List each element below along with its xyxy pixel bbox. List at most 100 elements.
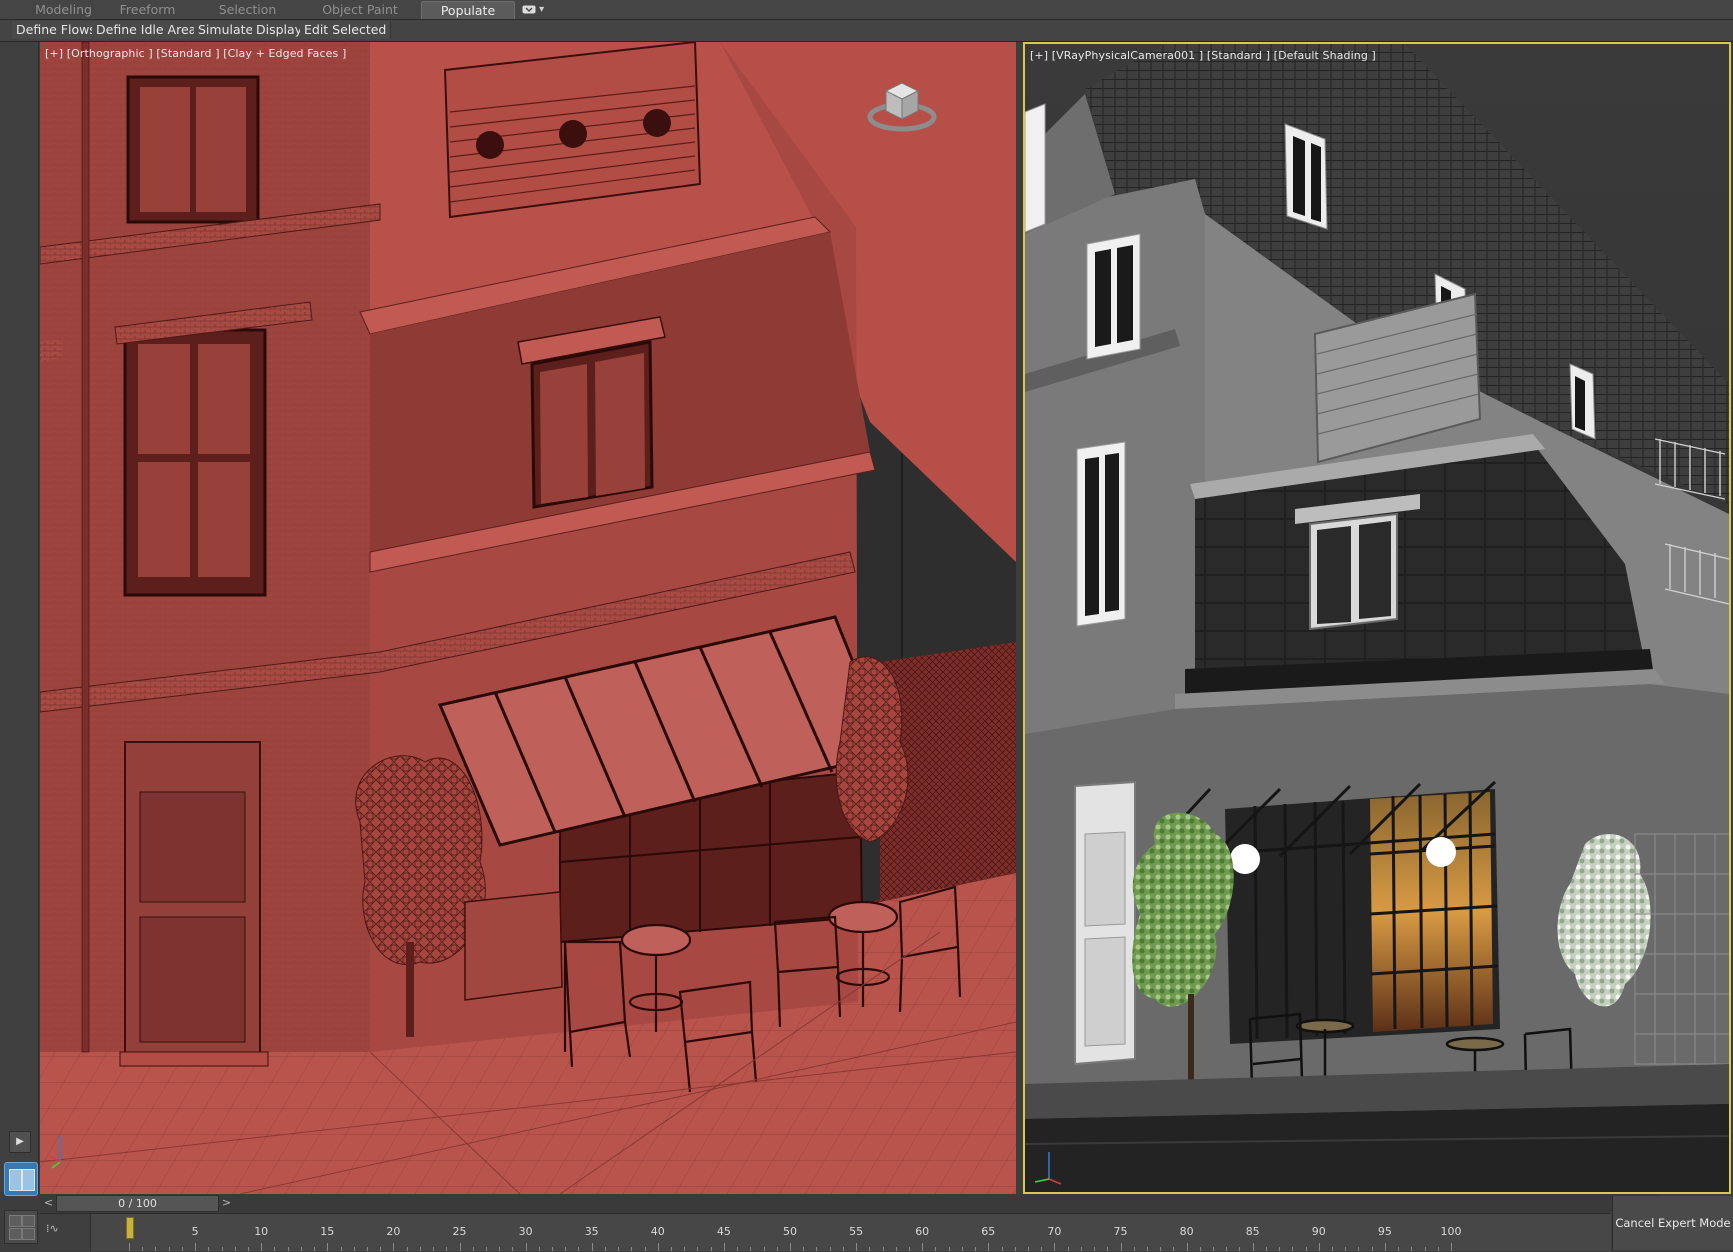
tab-populate[interactable]: Populate [421, 1, 515, 19]
frame-tick-label: 25 [452, 1225, 467, 1238]
frame-tick [287, 1247, 289, 1251]
frame-tick-label: 45 [716, 1225, 731, 1238]
frame-tick [816, 1247, 818, 1251]
time-slider[interactable]: 0 / 100 [56, 1195, 219, 1212]
frame-tick [221, 1247, 223, 1251]
define-idle-areas-button[interactable]: Define Idle Areas [92, 21, 208, 39]
frame-tick [975, 1247, 977, 1251]
frame-tick [1437, 1247, 1439, 1251]
frame-tick [129, 1243, 130, 1251]
frame-tick [380, 1247, 382, 1251]
frame-tick [869, 1247, 871, 1251]
frame-tick-label: 70 [1047, 1225, 1062, 1238]
frame-tick [1239, 1247, 1241, 1251]
viewport-label-orthographic[interactable]: [+] [Orthographic ] [Standard ] [Clay + … [45, 47, 346, 60]
frame-tick [1001, 1247, 1003, 1251]
frame-tick [1345, 1247, 1347, 1251]
frame-ruler[interactable]: 0510152025303540455055606570758085909510… [90, 1214, 1611, 1251]
frame-tick [882, 1247, 884, 1251]
frame-tick [247, 1247, 249, 1251]
frame-tick [525, 1243, 527, 1251]
frame-tick [538, 1247, 540, 1251]
four-viewport-layout-icon[interactable] [4, 1210, 38, 1244]
frame-tick [155, 1247, 157, 1251]
play-icon[interactable]: ▶ [9, 1131, 31, 1153]
frame-tick [790, 1243, 791, 1251]
frame-tick [419, 1247, 421, 1251]
tab-object-paint[interactable]: Object Paint [310, 1, 410, 18]
dropdown-glyph: ▾ [539, 4, 545, 15]
frame-tick [300, 1247, 302, 1251]
frame-tick [961, 1247, 963, 1251]
frame-tick [1398, 1247, 1400, 1251]
time-slider-row: < 0 / 100 > [40, 1194, 1660, 1212]
frame-tick [1027, 1247, 1029, 1251]
frame-tick [1120, 1243, 1122, 1251]
frame-tick [1213, 1247, 1215, 1251]
frame-tick [1133, 1247, 1135, 1251]
frame-tick [1199, 1247, 1201, 1251]
frame-tick [459, 1243, 461, 1251]
frame-tick [1305, 1247, 1307, 1251]
frame-tick [803, 1247, 805, 1251]
frame-tick [353, 1247, 355, 1251]
tab-selection[interactable]: Selection [200, 1, 295, 18]
frame-tick [1292, 1247, 1294, 1251]
frame-tick [856, 1243, 858, 1251]
frame-tick-label: 30 [518, 1225, 533, 1238]
two-viewport-layout-icon[interactable] [4, 1162, 38, 1196]
frame-tick-label: 5 [191, 1225, 199, 1238]
frame-tick [684, 1247, 686, 1251]
previous-frame-button[interactable]: < [42, 1195, 55, 1210]
display-button[interactable]: Display [252, 21, 308, 39]
frame-tick-label: 60 [915, 1225, 930, 1238]
curve-editor-icon[interactable]: ⁞∿ [46, 1222, 82, 1240]
orthographic-viewport[interactable]: [+] [Orthographic ] [Standard ] [Clay + … [40, 42, 1016, 1194]
populate-toolbar: Define Flows Define Idle Areas Simulate … [0, 20, 1733, 42]
frame-tick [829, 1247, 831, 1251]
frame-tick [657, 1243, 659, 1251]
frame-tick [578, 1247, 580, 1251]
frame-tick [393, 1243, 395, 1251]
frame-tick-label: 85 [1245, 1225, 1260, 1238]
camera-viewport[interactable]: [+] [VRayPhysicalCamera001 ] [Standard ]… [1023, 42, 1731, 1194]
frame-tick [1014, 1247, 1016, 1251]
frame-tick [181, 1247, 183, 1251]
frame-tick [1451, 1243, 1452, 1251]
camera-scene [1025, 44, 1729, 1192]
frame-tick-label: 95 [1377, 1225, 1392, 1238]
cancel-expert-mode-button[interactable]: Cancel Expert Mode [1612, 1196, 1733, 1250]
frame-tick [1252, 1243, 1254, 1251]
frame-tick [737, 1247, 739, 1251]
frame-tick [327, 1243, 329, 1251]
frame-tick [644, 1247, 646, 1251]
tab-freeform[interactable]: Freeform [100, 1, 195, 18]
simulate-button[interactable]: Simulate [194, 21, 259, 39]
frame-tick [1318, 1243, 1320, 1251]
next-frame-button[interactable]: > [220, 1195, 233, 1210]
panel-toggle-icon[interactable]: ▾ [518, 3, 548, 16]
frame-tick [1384, 1243, 1386, 1251]
frame-tick [340, 1247, 342, 1251]
frame-tick [842, 1247, 844, 1251]
frame-tick [1265, 1247, 1267, 1251]
frame-tick-label: 65 [981, 1225, 996, 1238]
viewport-label-camera[interactable]: [+] [VRayPhysicalCamera001 ] [Standard ]… [1030, 49, 1376, 62]
edit-selected-button[interactable]: Edit Selected [300, 21, 392, 39]
frame-tick-label: 100 [1440, 1225, 1462, 1238]
frame-tick-label: 80 [1179, 1225, 1194, 1238]
frame-tick [142, 1247, 144, 1251]
frame-tick [1226, 1247, 1228, 1251]
lamp-light [1230, 844, 1260, 874]
frame-tick [1371, 1247, 1373, 1251]
define-flows-button[interactable]: Define Flows [12, 21, 101, 39]
current-frame-marker[interactable] [126, 1217, 134, 1239]
frame-tick [485, 1247, 487, 1251]
tab-modeling[interactable]: Modeling [16, 1, 111, 18]
frame-tick [1160, 1247, 1162, 1251]
frame-tick [618, 1247, 620, 1251]
frame-tick [499, 1247, 501, 1251]
track-bar[interactable]: ⁞∿ 0510152025303540455055606570758085909… [40, 1213, 1611, 1251]
frame-tick [922, 1243, 924, 1251]
frame-tick-label: 75 [1113, 1225, 1128, 1238]
